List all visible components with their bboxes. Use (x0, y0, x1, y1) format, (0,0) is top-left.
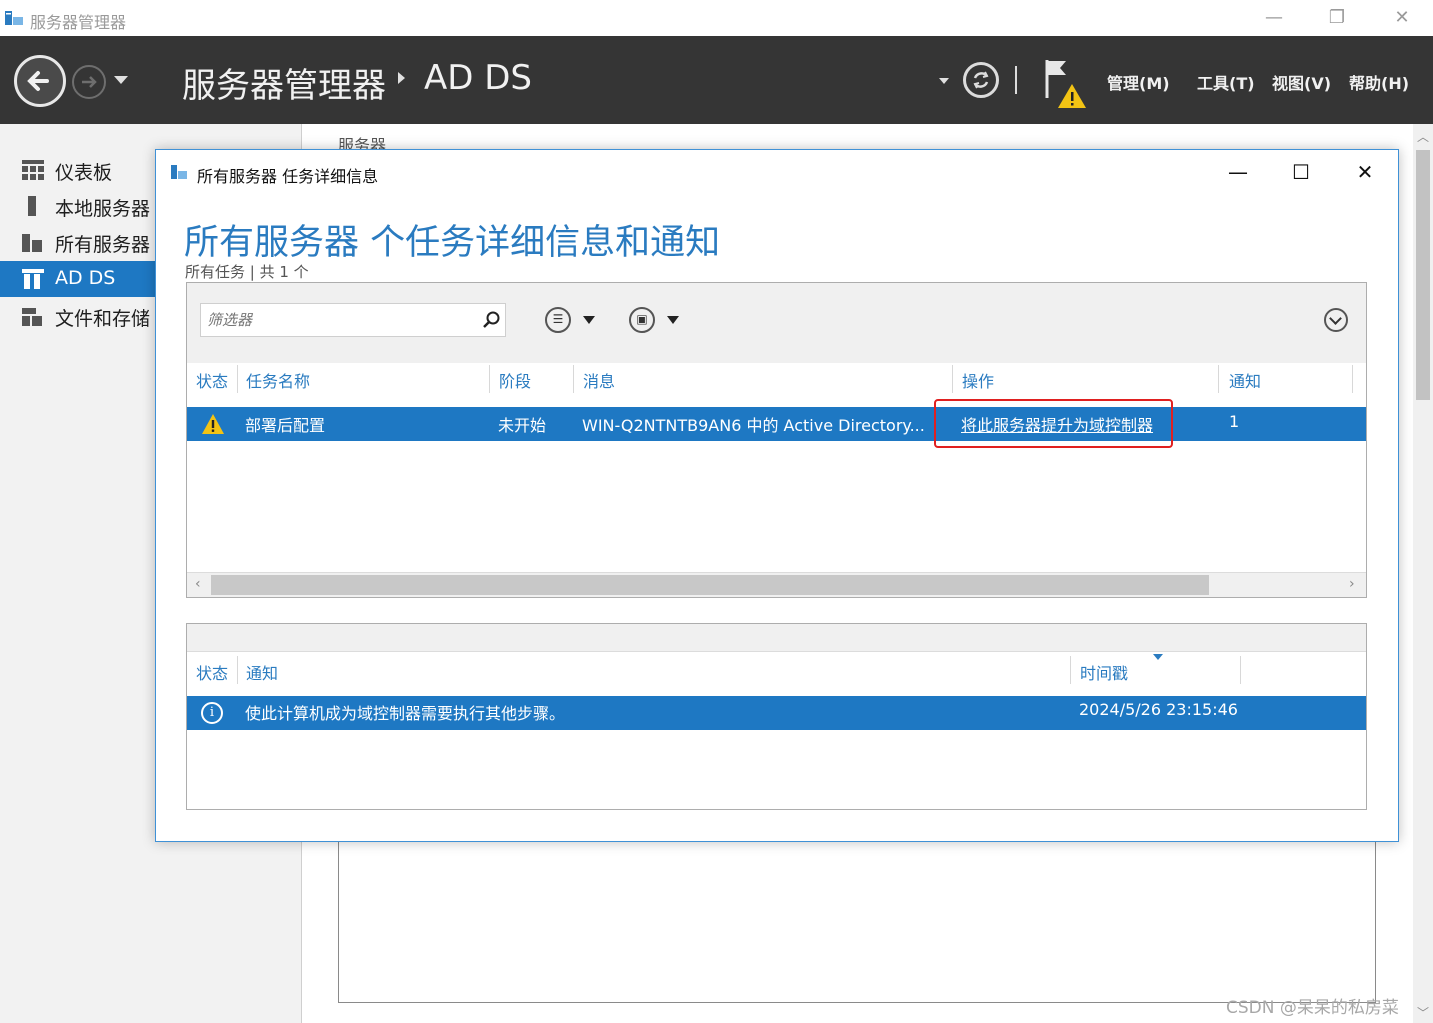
dialog-close-button[interactable]: ✕ (1345, 158, 1385, 186)
dashboard-icon (22, 160, 44, 180)
arrow-right-icon (82, 76, 97, 88)
dialog-heading: 所有服务器 个任务详细信息和通知 (184, 223, 721, 263)
menu-view[interactable]: 视图(V) (1272, 70, 1331, 94)
notification-timestamp: 2024/5/26 23:15:46 (1079, 700, 1238, 719)
refresh-icon (973, 71, 989, 89)
info-icon: i (201, 702, 223, 724)
col-message[interactable]: 消息 (583, 368, 615, 392)
col-timestamp[interactable]: 时间戳 (1080, 660, 1128, 684)
task-message: WIN-Q2NTNTB9AN6 中的 Active Directory... (582, 416, 925, 435)
sidebar-item-label: 所有服务器 (55, 234, 151, 256)
file-storage-icon (22, 308, 42, 326)
close-button[interactable]: ✕ (1382, 4, 1422, 32)
header-bar: 服务器管理器 AD DS 管理(M) 工具(T) 视图(V) 帮助(H) (0, 36, 1433, 124)
list-icon: ☰ (545, 307, 571, 333)
menu-tools[interactable]: 工具(T) (1197, 70, 1255, 94)
server-manager-icon (5, 11, 23, 25)
notifications-panel: 状态 通知 时间戳 i 使此计算机成为域控制器需要执行其他步骤。 2024/5/… (186, 623, 1367, 810)
window-title: 服务器管理器 (30, 13, 127, 32)
refresh-button[interactable] (963, 62, 999, 98)
menu-manage[interactable]: 管理(M) (1107, 70, 1170, 94)
column-divider[interactable] (237, 656, 238, 684)
main-scrollbar[interactable]: ︿ ﹀ (1413, 124, 1433, 1023)
chevron-down-icon (583, 316, 595, 324)
filter-box[interactable] (200, 303, 506, 337)
menu-help[interactable]: 帮助(H) (1349, 70, 1409, 94)
col-action[interactable]: 操作 (962, 368, 994, 392)
column-divider[interactable] (1218, 365, 1219, 393)
window-titlebar: 服务器管理器 — ❐ ✕ (0, 0, 1433, 36)
task-count: 所有任务 | 共 1 个 (185, 263, 309, 281)
arrow-left-icon (27, 71, 49, 91)
task-name: 部署后配置 (245, 416, 326, 435)
task-details-dialog: 所有服务器 任务详细信息 — ☐ ✕ 所有服务器 个任务详细信息和通知 所有任务… (155, 149, 1399, 842)
breadcrumb-separator-icon (398, 72, 405, 84)
breadcrumb-dropdown[interactable] (939, 78, 949, 84)
local-server-icon (28, 196, 36, 216)
sidebar-item-label: 仪表板 (55, 162, 113, 184)
sidebar-item-label: AD DS (55, 267, 116, 289)
back-button[interactable] (14, 55, 66, 107)
col-notification[interactable]: 通知 (246, 660, 278, 684)
column-divider[interactable] (1070, 656, 1071, 684)
notifications-toolbar (187, 624, 1366, 652)
restore-button[interactable]: ❐ (1317, 4, 1357, 32)
all-servers-icon (22, 234, 42, 252)
forward-button[interactable] (72, 65, 106, 99)
warning-icon (202, 414, 224, 434)
col-status[interactable]: 状态 (196, 368, 228, 392)
col-stage[interactable]: 阶段 (499, 368, 531, 392)
tasks-horizontal-scrollbar[interactable]: ‹ › (187, 572, 1366, 597)
scroll-right-icon[interactable]: › (1349, 576, 1355, 592)
search-icon[interactable] (481, 310, 501, 330)
dialog-titlebar: 所有服务器 任务详细信息 — ☐ ✕ (156, 150, 1398, 194)
column-divider[interactable] (1240, 656, 1241, 684)
filter-input[interactable] (207, 310, 471, 330)
scrollbar-thumb[interactable] (1416, 150, 1430, 400)
servers-tile-box (338, 840, 1376, 1003)
sidebar-item-label: 本地服务器 (55, 198, 151, 220)
col-task-name[interactable]: 任务名称 (246, 368, 310, 392)
history-dropdown[interactable] (114, 76, 128, 84)
scroll-down-icon[interactable]: ﹀ (1417, 1004, 1429, 1021)
scroll-up-icon[interactable]: ︿ (1417, 128, 1429, 145)
breadcrumb-current: AD DS (424, 58, 533, 98)
notification-flag-icon[interactable] (1044, 58, 1090, 110)
save-icon: ▣ (629, 307, 655, 333)
chevron-down-icon (667, 316, 679, 324)
col-notifications[interactable]: 通知 (1229, 368, 1261, 392)
notification-text: 使此计算机成为域控制器需要执行其他步骤。 (245, 704, 566, 723)
column-divider[interactable] (573, 365, 574, 393)
scrollbar-thumb[interactable] (211, 575, 1209, 595)
sort-descending-icon (1153, 654, 1163, 660)
dialog-maximize-button[interactable]: ☐ (1281, 158, 1321, 186)
highlight-annotation (934, 399, 1173, 448)
ad-ds-icon (22, 269, 44, 289)
column-divider[interactable] (952, 365, 953, 393)
tasks-panel: ☰ ▣ 状态 任务名称 阶段 消息 操作 通知 部署后配置 (186, 282, 1367, 598)
minimize-button[interactable]: — (1254, 4, 1294, 32)
column-divider[interactable] (1352, 365, 1353, 393)
scroll-left-icon[interactable]: ‹ (195, 576, 201, 592)
table-row[interactable]: i 使此计算机成为域控制器需要执行其他步骤。 2024/5/26 23:15:4… (187, 696, 1366, 730)
tasks-toolbar: ☰ ▣ (187, 283, 1366, 363)
breadcrumb-root[interactable]: 服务器管理器 (182, 58, 386, 107)
dialog-title: 所有服务器 任务详细信息 (197, 167, 379, 186)
column-divider[interactable] (489, 365, 490, 393)
expand-collapse-button[interactable] (1324, 308, 1348, 332)
server-manager-icon (171, 165, 187, 179)
task-notification-count: 1 (1229, 412, 1240, 431)
column-divider[interactable] (237, 365, 238, 393)
watermark: CSDN @呆呆的私房菜 (1226, 998, 1399, 1018)
col-status[interactable]: 状态 (196, 660, 228, 684)
header-divider (1015, 66, 1017, 94)
dialog-minimize-button[interactable]: — (1218, 158, 1258, 186)
table-row[interactable]: 部署后配置 未开始 WIN-Q2NTNTB9AN6 中的 Active Dire… (187, 407, 1366, 441)
sidebar-item-label: 文件和存储 (55, 308, 151, 330)
task-stage: 未开始 (498, 416, 547, 435)
